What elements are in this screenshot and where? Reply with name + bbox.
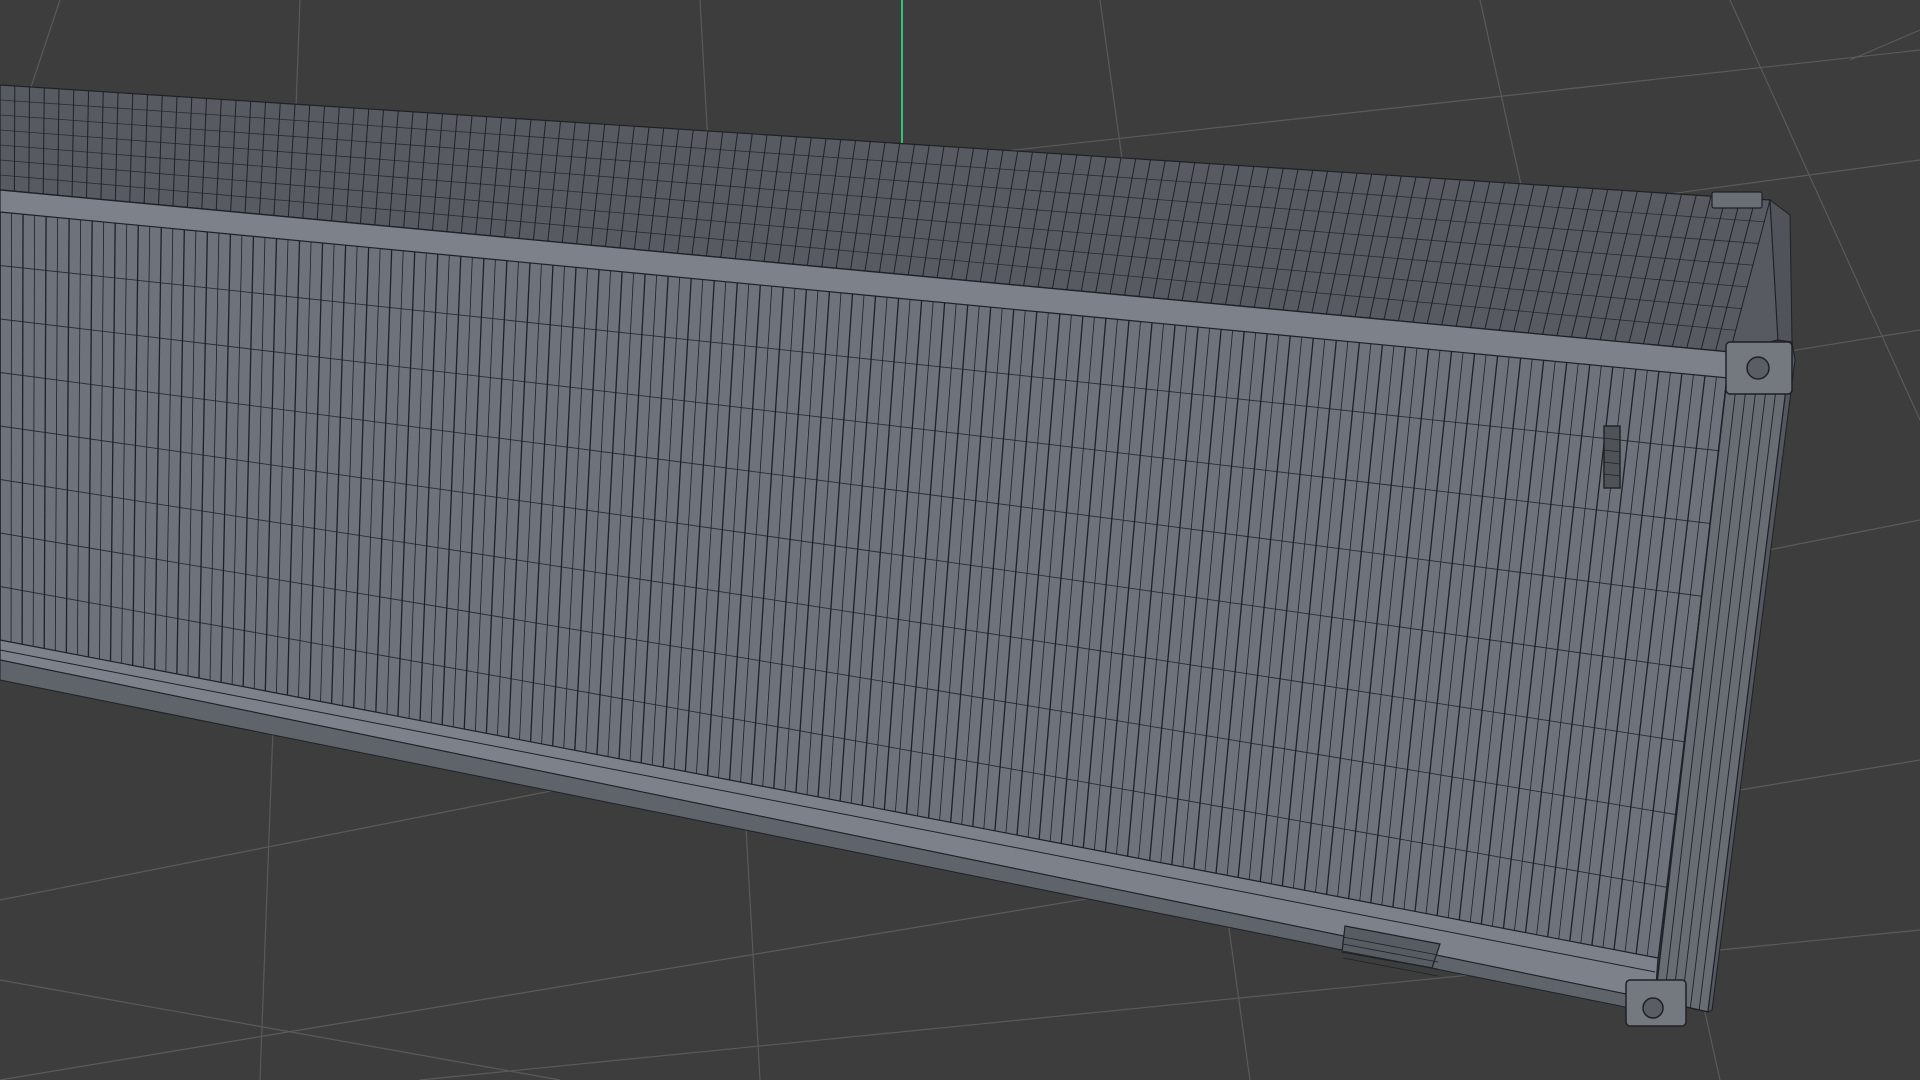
3d-viewport[interactable] (0, 0, 1920, 1080)
bottom-corner-casting-hole (1642, 997, 1664, 1019)
viewport-canvas[interactable] (0, 0, 1920, 1080)
roof-corrugation-line (28, 86, 30, 193)
data-plate[interactable] (1603, 425, 1621, 489)
top-corner-casting-hole (1746, 356, 1770, 380)
roof-corner-casting (1711, 191, 1763, 209)
